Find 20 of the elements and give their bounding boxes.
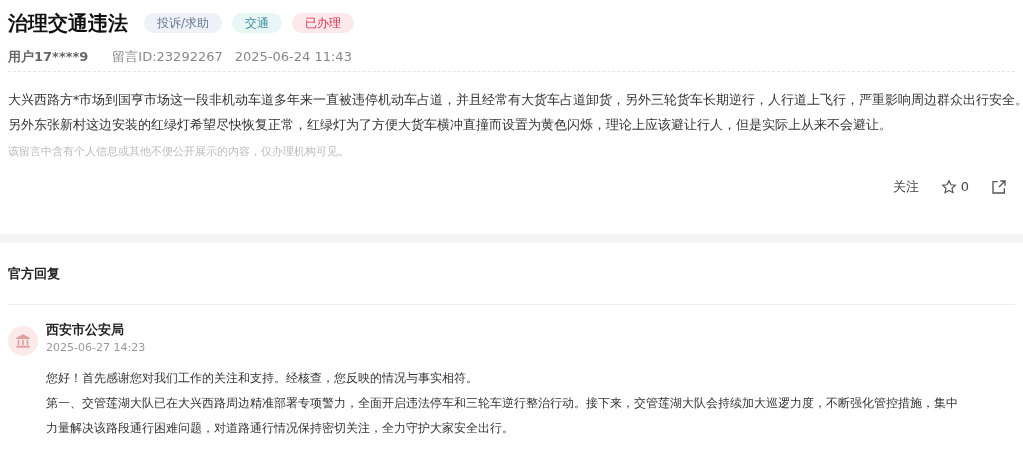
reply-text: 第一、交管莲湖大队已在大兴西路周边精准部署专项警力，全面开启违法停车和三轮车逆行整治行动。接下来，交管莲湖大队会持续加大巡逻力度，不断强化管控措施，集中 (46, 395, 958, 412)
star-button[interactable]: 0 (940, 177, 969, 197)
reply-text: 您好！首先感谢您对我们工作的关注和支持。经核查，您反映的情况与事实相符。 (46, 370, 479, 387)
page-title: 治理交通违法 (8, 10, 128, 37)
reply-time: 2025-06-27 14:23 (46, 340, 147, 356)
bank-icon (15, 333, 31, 349)
tag: 已办理 (292, 13, 355, 33)
share-button[interactable] (991, 179, 1007, 195)
share-icon (991, 179, 1007, 195)
section-heading: 官方回复 (8, 243, 1015, 305)
tag: 交通 (232, 13, 283, 33)
star-icon (940, 179, 957, 195)
reply-text: 力量解决该路段通行困难问题，对道路通行情况保持密切关注，全力守护大家安全出行。 (46, 420, 515, 437)
message-id: 留言ID:23292267 (111, 47, 223, 66)
org-name: 西安市公安局 (46, 321, 125, 339)
tag: 投诉/求助 (144, 13, 223, 33)
post-time: 2025-06-24 11:43 (234, 47, 352, 66)
message-text: 另外东张新村这边安装的红绿灯希望尽快恢复正常，红绿灯为了方便大货车横冲直撞而设置为黄色闪烁，理论上应该避让行人，但是实际上从来不会避让。 (8, 116, 893, 134)
follow-button[interactable]: 关注 (892, 177, 919, 197)
user-name: 用户17****9 (8, 47, 89, 66)
